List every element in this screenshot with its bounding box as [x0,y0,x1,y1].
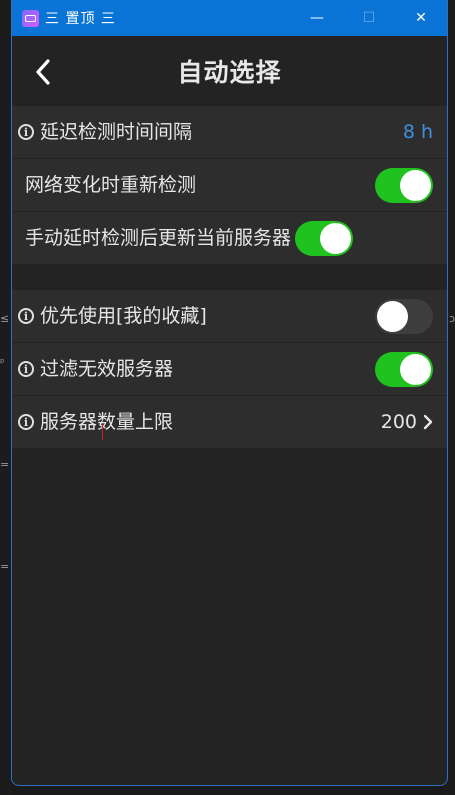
filter-invalid-row: i 过滤无效服务器 [12,343,447,396]
recheck-network-toggle[interactable] [375,167,433,203]
background-fragment: ᵖ [0,356,5,369]
prefer-favorites-label: 优先使用[我的收藏] [40,305,207,327]
background-fragment: = [0,458,10,471]
text-cursor [102,424,103,440]
title-bar[interactable]: 三 置顶 三 — ☐ ✕ [12,0,447,36]
window-title: 三 置顶 三 [45,11,116,27]
info-icon[interactable]: i [18,414,34,430]
minimize-button[interactable]: — [291,0,343,36]
toggle-knob [400,353,431,385]
update-after-manual-toggle[interactable] [295,220,353,256]
update-after-manual-row: 手动延时检测后更新当前服务器 [12,212,447,265]
page-header: 自动选择 [12,36,447,106]
latency-interval-row[interactable]: i 延迟检测时间间隔 8 h [12,106,447,159]
filter-invalid-label: 过滤无效服务器 [40,358,174,380]
section-divider [12,265,447,290]
info-icon[interactable]: i [18,308,34,324]
latency-interval-value: 8 h [402,121,433,143]
latency-interval-label: 延迟检测时间间隔 [40,121,193,143]
update-after-manual-label: 手动延时检测后更新当前服务器 [25,227,292,249]
info-icon[interactable]: i [18,124,34,140]
app-window: 三 置顶 三 — ☐ ✕ 自动选择 i 延迟检测时间间隔 8 h 网络变化时重新… [11,0,448,786]
info-icon[interactable]: i [18,361,34,377]
background-fragment: = [0,560,10,573]
maximize-button[interactable]: ☐ [343,0,395,36]
toggle-knob [320,222,351,254]
recheck-network-label: 网络变化时重新检测 [25,174,197,196]
background-fragment: ≤ [0,312,10,325]
chevron-right-icon [423,414,433,430]
filter-invalid-toggle[interactable] [375,351,433,387]
app-logo-icon [22,9,39,27]
server-limit-label: 服务器数量上限 [40,411,174,433]
background-fragment: ɔ [448,312,455,325]
close-button[interactable]: ✕ [395,0,447,36]
toggle-knob [400,169,431,201]
window-controls: — ☐ ✕ [291,0,447,36]
back-button[interactable] [30,57,56,87]
server-limit-value: 200 [380,411,417,433]
recheck-network-row: 网络变化时重新检测 [12,159,447,212]
prefer-favorites-row: i 优先使用[我的收藏] [12,290,447,343]
page-title: 自动选择 [177,58,282,87]
chevron-left-icon [36,59,50,85]
server-limit-row[interactable]: i 服务器数量上限 200 [12,396,447,449]
toggle-knob [377,300,408,332]
prefer-favorites-toggle[interactable] [375,298,433,334]
